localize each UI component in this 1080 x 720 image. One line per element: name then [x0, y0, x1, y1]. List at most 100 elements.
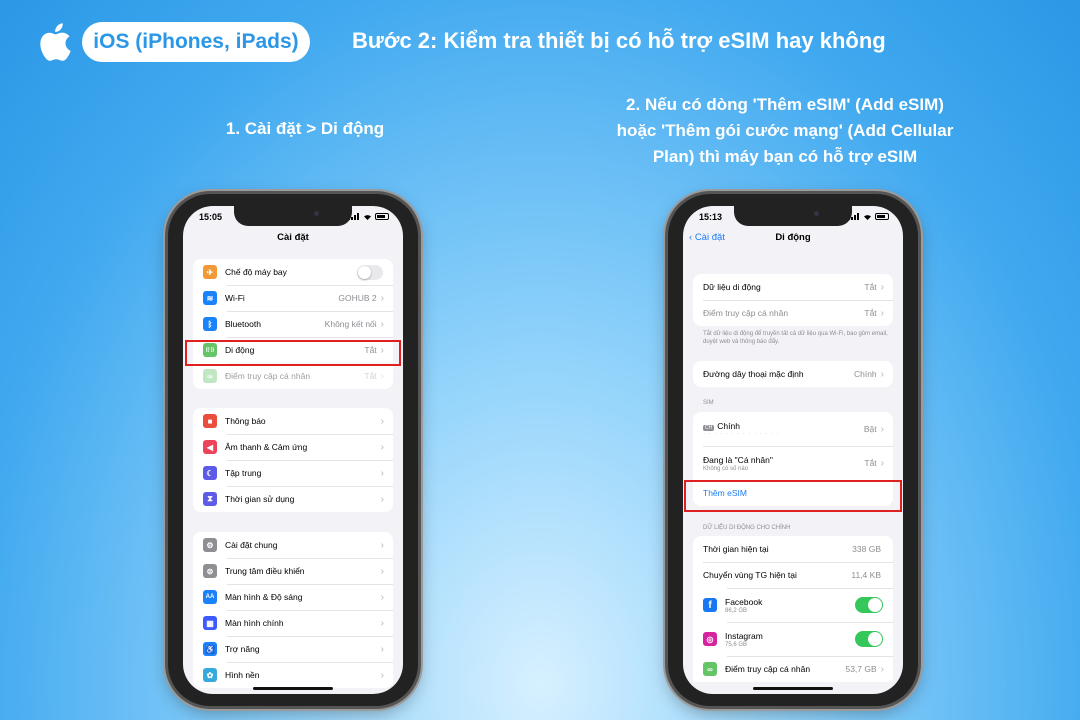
chevron-right-icon: › [380, 643, 384, 655]
chevron-right-icon: › [380, 318, 384, 330]
row-airplane-mode[interactable]: ✈ Chế độ máy bay [193, 259, 393, 285]
step2-caption: 2. Nếu có dòng 'Thêm eSIM' (Add eSIM) ho… [590, 92, 980, 170]
bluetooth-icon: ᛒ [203, 317, 217, 331]
facebook-icon: f [703, 598, 717, 612]
row-label-block: Instagram 75,6 GB [725, 631, 855, 648]
page-title: Di động [775, 232, 811, 243]
wifi-status-icon [364, 215, 371, 220]
step2-caption-line: hoặc 'Thêm gói cước mạng' (Add Cellular [616, 121, 954, 140]
row-label: Màn hình chính [225, 618, 284, 628]
chevron-right-icon: › [380, 591, 384, 603]
accessibility-icon: ♿ [203, 642, 217, 656]
data-section-header: DỮ LIỆU DI ĐỘNG CHO CHÍNH [703, 525, 791, 531]
row-sim-primary[interactable]: CH Chính · · · · · · · · · · · · · · Bật … [693, 412, 893, 446]
airplane-mode-toggle[interactable] [357, 264, 383, 280]
facebook-data-toggle[interactable] [855, 597, 883, 613]
row-label: Hình nền [225, 670, 260, 680]
settings-group-general: ⚙ Cài đặt chung › ⊜ Trung tâm điều khiển… [193, 532, 393, 688]
row-wifi[interactable]: ≋ Wi-Fi GOHUB 2 › [193, 285, 393, 311]
row-label: Trung tâm điều khiển [225, 566, 305, 576]
home-indicator [253, 687, 333, 690]
battery-icon [375, 213, 389, 220]
row-value: Tắt [364, 371, 377, 381]
page-title: Cài đặt [277, 232, 309, 243]
chevron-right-icon: › [880, 281, 884, 293]
chevron-right-icon: › [380, 370, 384, 382]
notch [234, 206, 352, 226]
row-label-block: CH Chính · · · · · · · · · · · · · · [693, 421, 864, 437]
row-screen-time[interactable]: ⧗ Thời gian sử dụng › [193, 486, 393, 512]
row-label-block: Facebook 86,2 GB [725, 597, 855, 614]
instagram-icon: ◎ [703, 632, 717, 646]
row-sounds[interactable]: ◀ Âm thanh & Cảm ứng › [193, 434, 393, 460]
row-focus[interactable]: ☾ Tập trung › [193, 460, 393, 486]
airplane-icon: ✈ [203, 265, 217, 279]
row-general[interactable]: ⚙ Cài đặt chung › [193, 532, 393, 558]
focus-icon: ☾ [203, 466, 217, 480]
chevron-right-icon: › [380, 441, 384, 453]
row-control-center[interactable]: ⊜ Trung tâm điều khiển › [193, 558, 393, 584]
home-screen-icon: ▦ [203, 616, 217, 630]
chevron-right-icon: › [380, 292, 384, 304]
chevron-right-icon: › [380, 565, 384, 577]
row-cellular-data[interactable]: Dữ liệu di động Tắt › [693, 274, 893, 300]
chevron-right-icon: › [380, 467, 384, 479]
row-accessibility[interactable]: ♿ Trợ năng › [193, 636, 393, 662]
cellular-group-data: Dữ liệu di động Tắt › Điểm truy cập cá n… [693, 274, 893, 326]
status-time: 15:13 [699, 212, 723, 222]
row-value: Bật [863, 424, 877, 434]
wallpaper-icon: ✿ [203, 668, 217, 682]
row-label: Chuyển vùng TG hiện tại [703, 570, 797, 580]
instagram-data-toggle[interactable] [855, 631, 883, 647]
row-label: Màn hình & Độ sáng [225, 592, 303, 602]
wifi-status-icon [864, 215, 871, 220]
home-indicator [753, 687, 833, 690]
row-value: 53,7 GB [845, 664, 877, 674]
row-bluetooth[interactable]: ᛒ Bluetooth Không kết nối › [193, 311, 393, 337]
row-label: Âm thanh & Cảm ứng [225, 442, 308, 452]
row-personal-hotspot[interactable]: ∞ Điểm truy cập cá nhân Tắt › [193, 363, 393, 389]
chevron-right-icon: › [380, 669, 384, 681]
row-notifications[interactable]: ■ Thông báo › [193, 408, 393, 434]
chevron-right-icon: › [880, 663, 884, 675]
row-app-facebook: f Facebook 86,2 GB [693, 588, 893, 622]
row-sim-personal[interactable]: Đang là "Cá nhân" Không có số nào Tắt › [693, 446, 893, 480]
row-default-voice-line[interactable]: Đường dây thoại mặc định Chính › [693, 361, 893, 387]
display-icon: AA [203, 590, 217, 604]
row-label: Trợ năng [225, 644, 260, 654]
row-value: Tắt [864, 458, 877, 468]
screen-time-icon: ⧗ [203, 492, 217, 506]
step1-caption: 1. Cài đặt > Di động [225, 119, 385, 138]
row-label: Điểm truy cập cá nhân [225, 371, 311, 381]
row-home-screen[interactable]: ▦ Màn hình chính › [193, 610, 393, 636]
control-center-icon: ⊜ [203, 564, 217, 578]
phone-settings: 15:05 Cài đặt ✈ Chế độ máy bay ≋ Wi-Fi G… [168, 194, 418, 706]
step2-caption-line: 2. Nếu có dòng 'Thêm eSIM' (Add eSIM) [626, 95, 944, 114]
general-icon: ⚙ [203, 538, 217, 552]
row-value: Tắt [864, 282, 877, 292]
row-label: Bluetooth [225, 319, 261, 329]
settings-group-connectivity: ✈ Chế độ máy bay ≋ Wi-Fi GOHUB 2 › ᛒ Blu… [193, 259, 393, 389]
chevron-right-icon: › [380, 415, 384, 427]
row-value: Tắt [864, 308, 877, 318]
app-name: Instagram [725, 630, 763, 641]
row-current-period: Thời gian hiện tại 338 GB [693, 536, 893, 562]
sim-section-header: SIM [703, 400, 714, 406]
header: iOS (iPhones, iPads) Bước 2: Kiểm tra th… [0, 22, 1080, 64]
row-app-instagram: ◎ Instagram 75,6 GB [693, 622, 893, 656]
row-label: Thời gian hiện tại [703, 544, 769, 554]
cellular-data-note: Tắt dữ liệu di động để truyền tất cả dữ … [703, 331, 888, 345]
row-hotspot-usage[interactable]: ∞ Điểm truy cập cá nhân 53,7 GB › [693, 656, 893, 682]
row-wallpaper[interactable]: ✿ Hình nền › [193, 662, 393, 688]
row-display[interactable]: AA Màn hình & Độ sáng › [193, 584, 393, 610]
row-personal-hotspot[interactable]: Điểm truy cập cá nhân Tắt › [693, 300, 893, 326]
chevron-right-icon: › [880, 307, 884, 319]
row-label: Wi-Fi [225, 293, 245, 303]
nav-bar: ‹ Cài đặt Di động [683, 228, 903, 250]
row-label-block: Đang là "Cá nhân" Không có số nào [693, 455, 864, 472]
nav-bar: Cài đặt [183, 228, 403, 250]
platform-badge: iOS (iPhones, iPads) [82, 22, 310, 62]
status-icons [348, 213, 389, 220]
cellular-group-usage: Thời gian hiện tại 338 GB Chuyển vùng TG… [693, 536, 893, 682]
row-value: 338 GB [852, 544, 881, 554]
